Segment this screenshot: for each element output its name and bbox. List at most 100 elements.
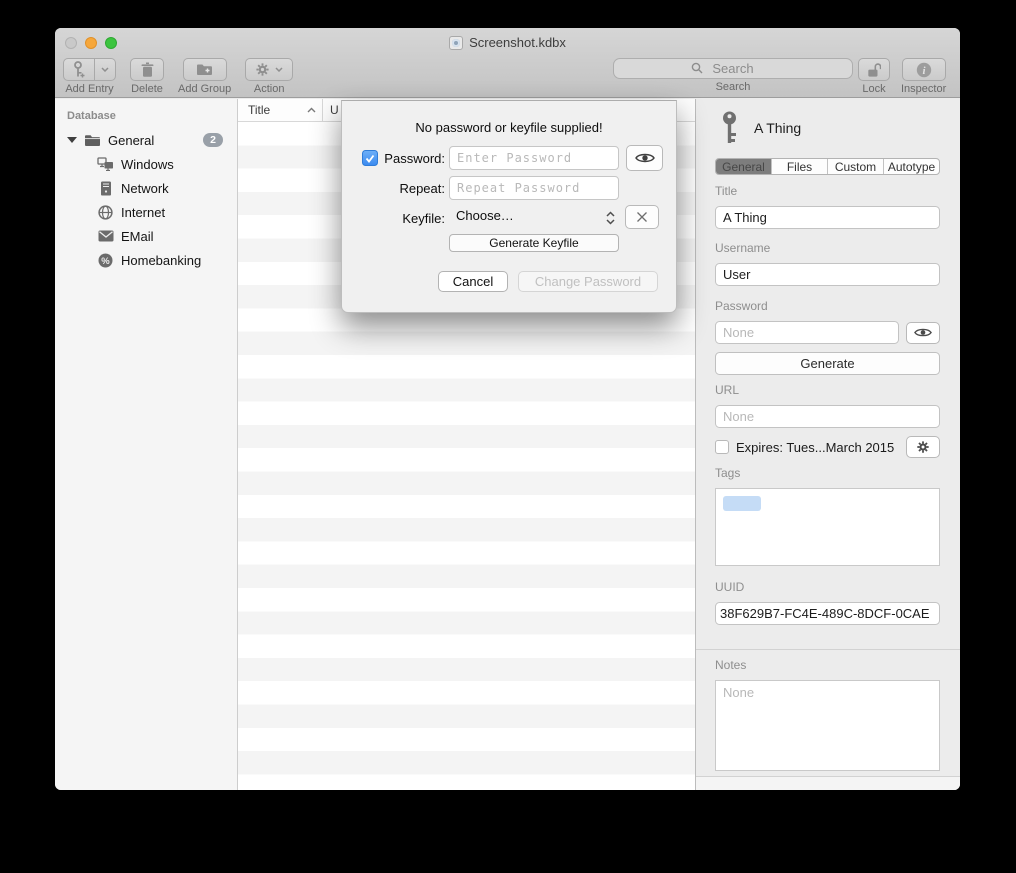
action-button[interactable] [245, 58, 293, 81]
minimize-button[interactable] [85, 37, 97, 49]
inspector-footer [696, 776, 960, 790]
sidebar-item-internet[interactable]: Internet [55, 200, 237, 224]
dialog-password-label: Password: [342, 151, 445, 166]
expires-checkbox[interactable] [715, 440, 729, 454]
close-x-icon [636, 211, 648, 223]
column-header-title[interactable]: Title [238, 99, 323, 121]
uuid-label: UUID [715, 580, 960, 594]
eye-icon [914, 327, 932, 338]
action-label: Action [254, 83, 285, 95]
dialog-keyfile-label: Keyfile: [342, 211, 445, 226]
key-plus-icon [72, 61, 86, 78]
delete-label: Delete [131, 83, 163, 95]
title-field[interactable] [715, 206, 940, 229]
change-password-button[interactable]: Change Password [518, 271, 658, 292]
sidebar-item-homebanking[interactable]: % Homebanking [55, 248, 237, 272]
folder-plus-icon [196, 63, 213, 76]
titlebar: Screenshot.kdbx [55, 28, 960, 57]
sidebar-group-general[interactable]: General 2 [55, 128, 237, 152]
title-label: Title [715, 184, 960, 198]
sidebar: Database General 2 [55, 99, 238, 790]
key-icon [721, 111, 738, 145]
cancel-button[interactable]: Cancel [438, 271, 508, 292]
keyfile-popup-value: Choose… [456, 208, 514, 223]
dialog-repeat-label: Repeat: [342, 181, 445, 196]
password-field[interactable] [715, 321, 899, 344]
tags-box[interactable] [715, 488, 940, 566]
password-label: Password [715, 299, 960, 313]
search-label: Search [716, 81, 751, 93]
entry-count-badge: 2 [203, 133, 223, 147]
info-icon: i [916, 62, 932, 78]
add-entry-label: Add Entry [65, 83, 113, 95]
chevron-down-icon [275, 67, 283, 72]
dialog-password-input[interactable] [449, 146, 619, 170]
tab-general[interactable]: General [716, 159, 771, 174]
updown-chevrons-icon[interactable] [606, 211, 615, 225]
add-entry-button[interactable] [63, 58, 116, 81]
trash-icon [141, 62, 154, 77]
window-title: Screenshot.kdbx [469, 35, 566, 50]
svg-text:%: % [101, 255, 110, 266]
tab-files[interactable]: Files [771, 159, 827, 174]
username-field[interactable] [715, 263, 940, 286]
add-group-label: Add Group [178, 83, 231, 95]
sidebar-item-label: Homebanking [121, 253, 201, 268]
generate-password-button[interactable]: Generate [715, 352, 940, 375]
tags-label: Tags [715, 466, 960, 480]
lock-open-icon [867, 62, 881, 78]
windows-network-icon [97, 157, 114, 171]
folder-icon [84, 134, 101, 147]
dialog-repeat-input[interactable] [449, 176, 619, 200]
inspector-panel: A Thing General Files Custom Autotype Ti… [695, 99, 960, 790]
sidebar-item-label: Internet [121, 205, 165, 220]
gear-icon [916, 440, 930, 454]
inspector-label: Inspector [901, 83, 946, 95]
traffic-lights [65, 37, 117, 49]
search-area: Search [613, 58, 853, 93]
group-label: General [108, 133, 154, 148]
close-button[interactable] [65, 37, 77, 49]
globe-icon [97, 205, 114, 220]
add-group-button[interactable] [183, 58, 227, 81]
window-title-area: Screenshot.kdbx [55, 28, 960, 57]
url-field[interactable] [715, 405, 940, 428]
sidebar-item-email[interactable]: EMail [55, 224, 237, 248]
tab-autotype[interactable]: Autotype [883, 159, 939, 174]
sidebar-header: Database [55, 107, 237, 128]
keyfile-popup[interactable]: Choose… [456, 208, 514, 223]
password-dialog: No password or keyfile supplied! Passwor… [341, 100, 677, 313]
generate-keyfile-button[interactable]: Generate Keyfile [449, 234, 619, 252]
expires-settings-button[interactable] [906, 436, 940, 458]
sidebar-item-windows[interactable]: Windows [55, 152, 237, 176]
expires-label: Expires: Tues...March 2015 [736, 440, 899, 455]
reveal-password-button[interactable] [906, 322, 940, 344]
clear-keyfile-button[interactable] [625, 205, 659, 229]
tag-pill[interactable] [723, 496, 761, 511]
inspector-tabs: General Files Custom Autotype [715, 158, 940, 175]
inspector-button[interactable]: i [902, 58, 946, 81]
server-icon [97, 181, 114, 196]
sidebar-item-network[interactable]: Network [55, 176, 237, 200]
sort-ascending-icon [307, 107, 316, 113]
delete-button[interactable] [130, 58, 164, 81]
sidebar-item-label: EMail [121, 229, 154, 244]
entry-title: A Thing [754, 120, 801, 136]
sidebar-item-label: Network [121, 181, 169, 196]
gear-icon [255, 62, 270, 77]
lock-button[interactable] [858, 58, 890, 81]
tab-custom[interactable]: Custom [827, 159, 883, 174]
uuid-field[interactable] [715, 602, 940, 625]
percent-icon: % [97, 253, 114, 268]
zoom-button[interactable] [105, 37, 117, 49]
toolbar: Add Entry Delete [55, 57, 960, 97]
notes-field[interactable] [715, 680, 940, 771]
search-input[interactable] [613, 58, 853, 79]
document-proxy-icon [449, 36, 463, 50]
dialog-reveal-password-button[interactable] [626, 145, 663, 171]
disclosure-triangle-icon[interactable] [67, 137, 77, 143]
eye-icon [635, 152, 655, 164]
username-label: Username [715, 241, 960, 255]
notes-label: Notes [715, 658, 960, 672]
window-chrome: Screenshot.kdbx [55, 28, 960, 98]
